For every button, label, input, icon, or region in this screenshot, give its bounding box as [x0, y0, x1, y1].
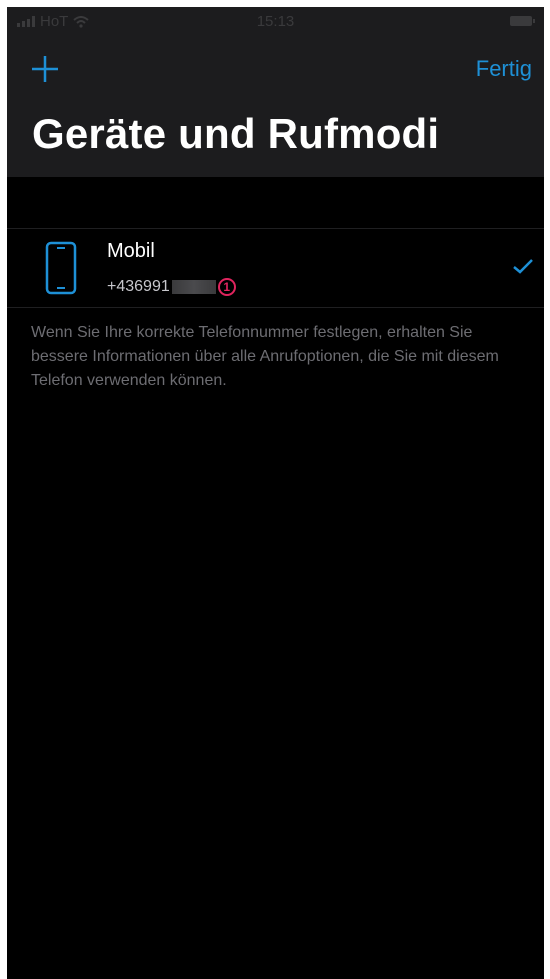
status-time: 15:13	[256, 13, 295, 30]
annotation-marker: 1	[217, 278, 236, 296]
page-title: Geräte und Rufmodi	[32, 110, 440, 157]
done-button[interactable]: Fertig	[476, 56, 532, 82]
checkmark-icon	[513, 259, 533, 274]
status-bar: HoT 15:13	[7, 7, 544, 37]
footer-hint: Wenn Sie Ihre korrekte Telefonnummer fes…	[31, 324, 499, 389]
device-row-mobil[interactable]: Mobil +436991 1	[7, 228, 544, 308]
device-name: Mobil	[107, 240, 155, 262]
battery-icon	[510, 16, 535, 26]
device-number: +436991 1	[107, 278, 236, 296]
smartphone-icon	[45, 241, 77, 295]
add-device-button[interactable]	[29, 53, 61, 85]
plus-icon	[32, 56, 58, 82]
phone-screen: HoT 15:13 Fertig Geräte und Rufmodi Mobi…	[7, 7, 544, 979]
redacted-block	[171, 280, 216, 294]
device-number-text: +436991	[107, 278, 170, 295]
